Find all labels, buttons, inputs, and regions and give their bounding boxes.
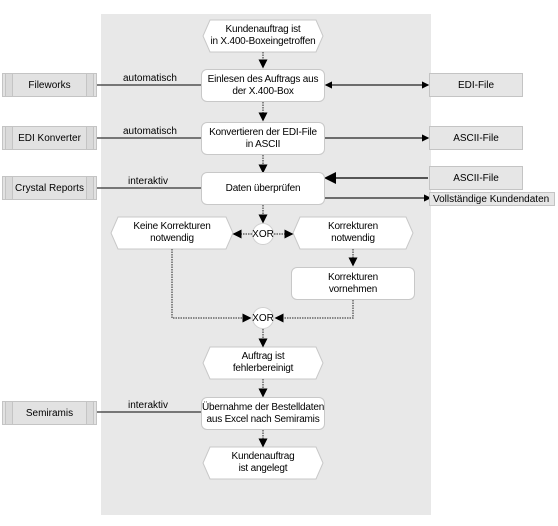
file-kundendaten[interactable]: Vollständige Kundendaten — [429, 192, 555, 206]
event-korrekturen-notwendig: Korrekturen notwendig — [327, 221, 379, 244]
function-einlesen[interactable]: Einlesen des Auftrags aus der X.400-Box — [201, 69, 325, 102]
label-crystal-reports: interaktiv — [128, 176, 169, 187]
system-fileworks[interactable]: Fileworks — [2, 73, 97, 97]
label-semiramis: interaktiv — [128, 400, 169, 411]
system-fileworks-label: Fileworks — [28, 79, 71, 91]
system-crystal-reports-label: Crystal Reports — [15, 182, 84, 194]
flow-9 — [274, 300, 354, 323]
system-crystal-reports[interactable]: Crystal Reports — [2, 176, 97, 200]
file-ascii-out[interactable]: ASCII-File — [429, 126, 523, 150]
function-korrekturen-vornehmen[interactable]: Korrekturen vornehmen — [291, 267, 415, 300]
label-edi-konverter: automatisch — [123, 126, 177, 137]
system-semiramis-label: Semiramis — [25, 407, 74, 419]
event-start: Kundenauftrag ist in X.400-Boxeingetroff… — [210, 24, 316, 47]
xor-split: XOR — [252, 223, 274, 245]
system-semiramis[interactable]: Semiramis — [2, 401, 97, 425]
event-keine-korrekturen: Keine Korrekturen notwendig — [133, 221, 211, 244]
system-edi-konverter[interactable]: EDI Konverter — [2, 126, 97, 150]
flow-8 — [171, 249, 252, 323]
event-end: Kundenauftrag ist angelegt — [231, 451, 295, 474]
label-fileworks: automatisch — [123, 73, 177, 84]
event-fehlerbereinigt: Auftrag ist fehlerbereinigt — [232, 351, 294, 374]
file-ascii-in[interactable]: ASCII-File — [429, 166, 523, 190]
xor-join: XOR — [252, 307, 274, 329]
file-edi[interactable]: EDI-File — [429, 73, 523, 97]
function-uebernahme[interactable]: Übernahme der Bestelldaten aus Excel nac… — [201, 397, 325, 430]
system-edi-konverter-label: EDI Konverter — [18, 132, 81, 144]
function-konvertieren[interactable]: Konvertieren der EDI-File in ASCII — [201, 122, 325, 155]
function-pruefen[interactable]: Daten überprüfen — [201, 172, 325, 205]
